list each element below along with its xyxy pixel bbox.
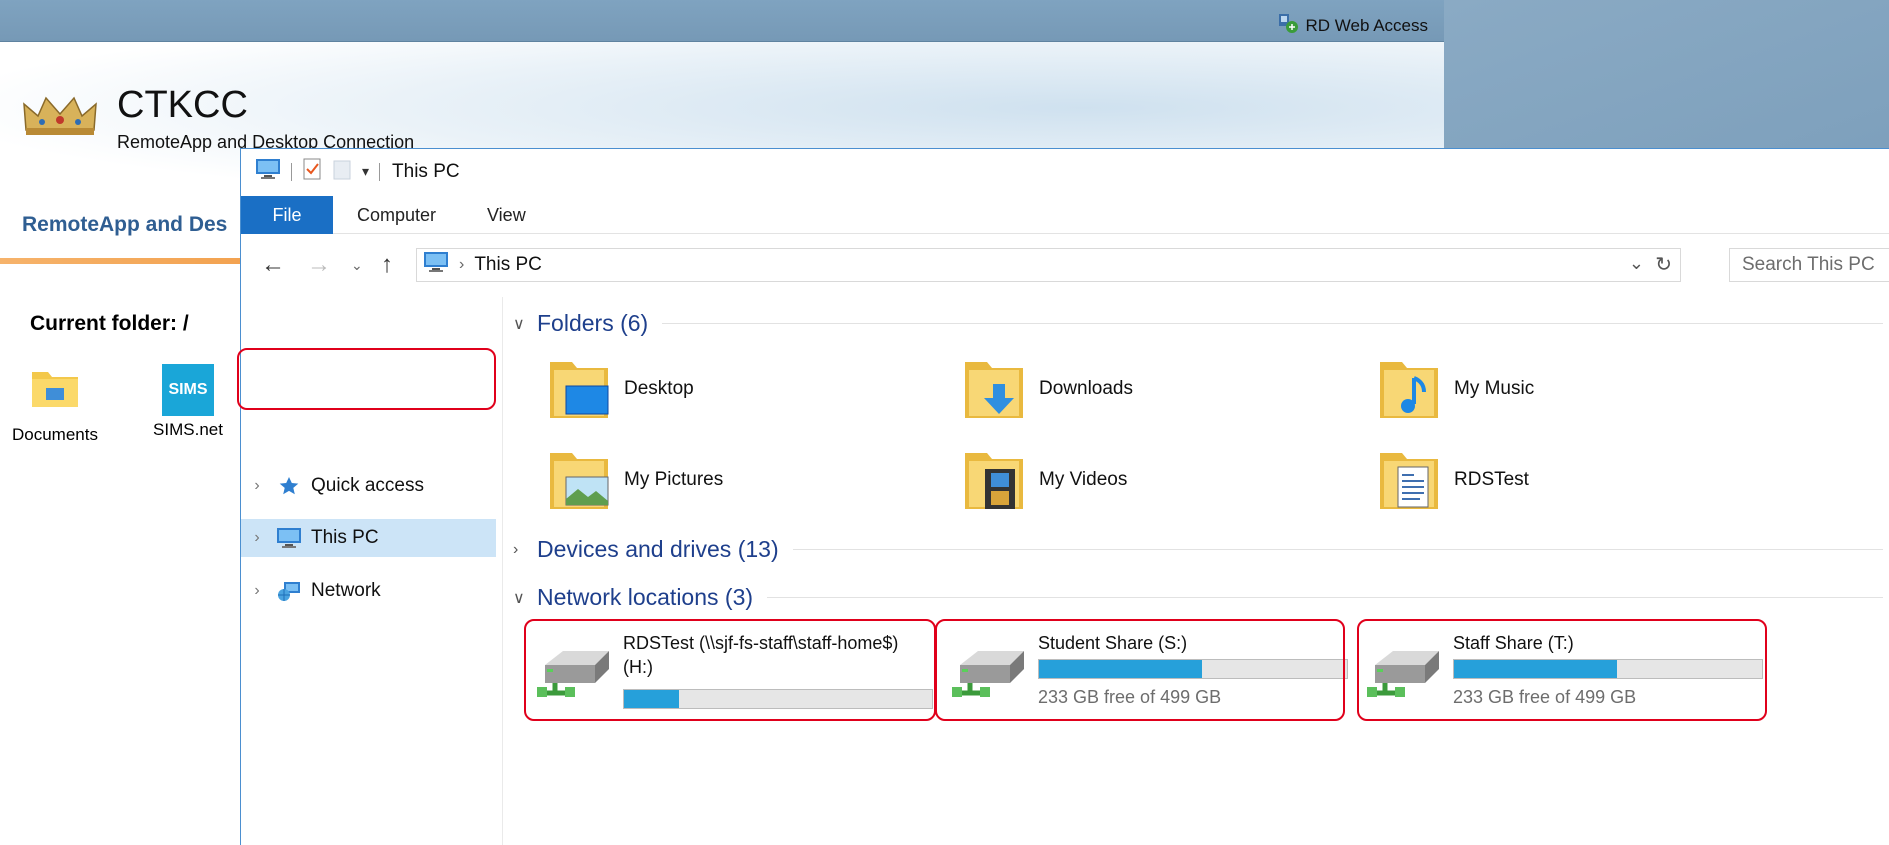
crown-logo-icon [20,92,100,143]
group-title: Folders (6) [537,310,649,336]
nav-label: Network [311,580,381,601]
folder-downloads[interactable]: Downloads [961,356,1133,422]
ribbon-tabs: File Computer View [241,196,1889,234]
folder-label: RDSTest [1454,469,1529,490]
rd-web-access-icon [1277,12,1299,39]
folder-rdstest[interactable]: RDSTest [1376,447,1529,513]
expand-chevron-icon[interactable]: › [241,477,273,495]
nav-quick-access[interactable]: › Quick access [241,467,496,505]
tab-view[interactable]: View [463,196,550,234]
folder-label: My Music [1454,378,1535,399]
divider [792,549,1883,550]
divider [379,162,381,181]
folder-my-pictures[interactable]: My Pictures [546,447,723,513]
folder-my-videos[interactable]: My Videos [961,447,1127,513]
document-folder-icon [1380,453,1438,509]
nav-label: This PC [311,527,379,548]
customize-quick-access-icon[interactable]: ▾ [362,163,369,180]
rd-app-documents[interactable]: Documents [0,364,110,445]
tab-computer[interactable]: Computer [333,196,460,234]
group-network-locations[interactable]: ∨ Network locations (3) [513,584,1883,611]
rd-web-topbar: RD Web Access [0,0,1444,42]
search-input[interactable]: Search This PC [1729,248,1889,282]
nav-label: Quick access [311,475,424,496]
rd-app-label: Documents [12,425,98,444]
address-row: ← → ⌄ ↑ › This PC ⌄ ↻ Search This PC [241,243,1889,287]
folder-desktop[interactable]: Desktop [546,356,694,422]
file-explorer-window: ▾ This PC File Computer View ← → ⌄ ↑ › T… [240,148,1889,845]
nav-network[interactable]: › Network [241,572,496,610]
group-devices-and-drives[interactable]: › Devices and drives (13) [513,536,1883,563]
breadcrumb-chevron-icon[interactable]: › [459,256,464,274]
collapse-chevron-icon[interactable]: ∨ [513,314,537,334]
sims-icon: SIMS [162,364,214,416]
collapse-chevron-icon[interactable]: ∨ [513,588,537,608]
back-arrow-icon[interactable]: ← [261,251,285,279]
divider [291,162,292,181]
computer-icon [273,527,305,549]
rd-app-sims[interactable]: SIMS SIMS.net [133,364,243,440]
highlight-drive-rdstest [524,619,936,721]
breadcrumb-this-pc[interactable]: This PC [474,254,542,276]
folder-label: My Pictures [624,469,724,490]
title-bar: ▾ This PC [241,149,1889,189]
refresh-icon[interactable]: ↻ [1655,252,1672,277]
expand-chevron-icon[interactable]: › [513,541,537,559]
tab-file[interactable]: File [241,196,333,234]
expand-chevron-icon[interactable]: › [241,582,273,600]
rd-web-access-title: RD Web Access [1305,15,1428,35]
desktop-folder-icon [550,362,609,418]
forward-arrow-icon[interactable]: → [307,251,331,279]
folder-label: My Videos [1039,469,1128,490]
rd-web-nav-title[interactable]: RemoteApp and Des [22,213,227,237]
highlight-drive-staff-share [1357,619,1767,721]
videos-folder-icon [965,453,1023,509]
downloads-folder-icon [965,362,1023,418]
site-title: CTKCC [117,84,248,126]
group-title: Devices and drives (13) [537,536,779,562]
expand-chevron-icon[interactable]: › [241,529,273,547]
computer-icon [255,158,281,185]
highlight-this-pc [237,348,496,410]
group-title: Network locations (3) [537,584,754,610]
recent-locations-chevron-icon[interactable]: ⌄ [351,257,363,274]
network-icon [273,580,305,602]
music-folder-icon [1380,362,1438,418]
highlight-drive-student-share [935,619,1345,721]
group-folders[interactable]: ∨ Folders (6) [513,310,1883,337]
documents-folder-icon [32,372,78,407]
address-bar[interactable]: › This PC ⌄ ↻ [416,248,1681,282]
pictures-folder-icon [550,453,609,509]
new-folder-icon[interactable] [332,158,352,185]
computer-icon [423,251,449,279]
folder-my-music[interactable]: My Music [1376,356,1534,422]
up-arrow-icon[interactable]: ↑ [381,251,393,279]
window-title: This PC [392,160,460,182]
address-dropdown-icon[interactable]: ⌄ [1629,253,1644,274]
divider [767,597,1883,598]
folder-label: Desktop [624,378,694,399]
folder-label: Downloads [1039,378,1133,399]
star-icon [273,475,305,497]
rd-app-label: SIMS.net [153,420,223,439]
divider [662,323,1883,324]
current-folder-label: Current folder: / [30,312,189,335]
properties-icon[interactable] [302,158,322,185]
nav-this-pc[interactable]: › This PC [241,519,496,557]
